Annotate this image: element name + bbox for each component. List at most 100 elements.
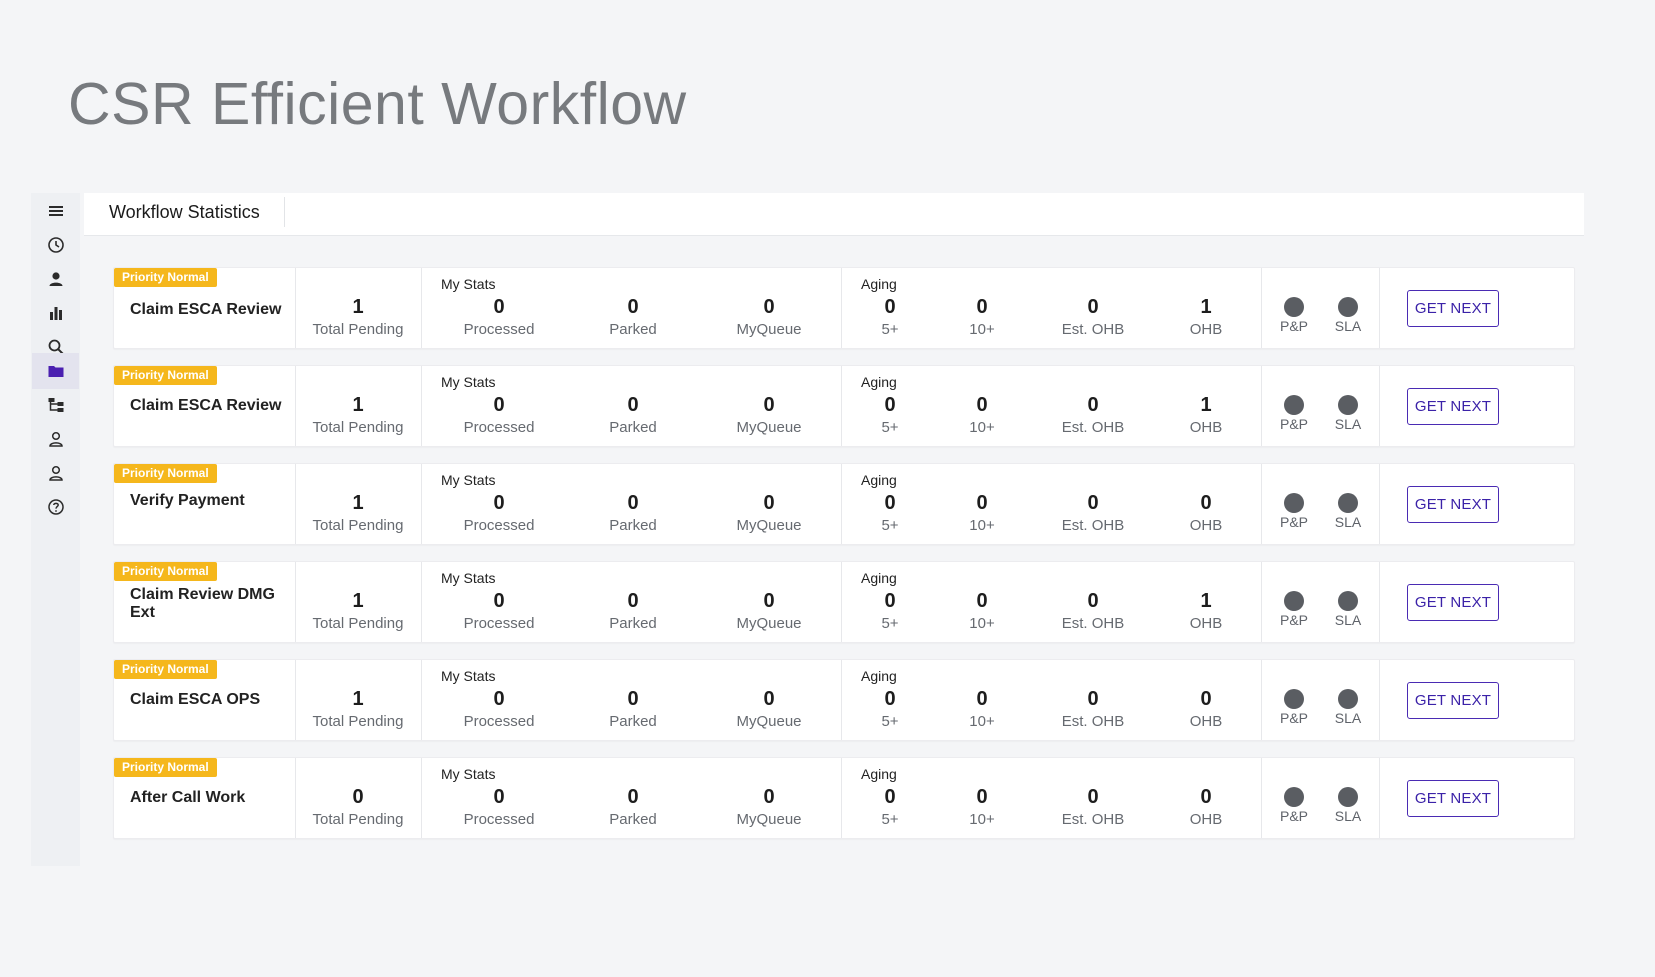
aging-5-label: 5+ bbox=[881, 419, 899, 436]
est-ohb-value: 0 bbox=[1087, 688, 1099, 710]
sidebar bbox=[31, 193, 80, 866]
pp-status-indicator: P&P bbox=[1274, 591, 1314, 628]
sidebar-item-reports[interactable] bbox=[32, 295, 79, 331]
header-divider bbox=[284, 197, 285, 227]
parked-value: 0 bbox=[627, 688, 639, 710]
processed-stat: 0 Processed bbox=[449, 296, 549, 338]
column-divider bbox=[841, 660, 842, 740]
column-divider bbox=[1379, 268, 1380, 348]
sidebar-item-user-1[interactable] bbox=[32, 421, 79, 457]
total-pending-label: Total Pending bbox=[312, 321, 404, 338]
tab-workflow-statistics[interactable]: Workflow Statistics bbox=[109, 202, 260, 223]
ohb-stat: 1 OHB bbox=[1176, 394, 1236, 436]
myqueue-stat: 0 MyQueue bbox=[719, 296, 819, 338]
myqueue-stat: 0 MyQueue bbox=[719, 492, 819, 534]
pp-label: P&P bbox=[1279, 514, 1308, 530]
total-pending-value: 1 bbox=[352, 590, 364, 612]
sla-status-dot bbox=[1338, 689, 1358, 709]
aging-10-value: 0 bbox=[976, 786, 988, 808]
sidebar-item-help[interactable] bbox=[32, 489, 79, 525]
total-pending-value: 1 bbox=[352, 688, 364, 710]
column-divider bbox=[421, 758, 422, 838]
aging-10-stat: 0 10+ bbox=[957, 590, 1007, 632]
column-divider bbox=[295, 562, 296, 642]
total-pending-stat: 1 Total Pending bbox=[306, 590, 410, 632]
aging-10-label: 10+ bbox=[969, 419, 995, 436]
workflow-name: Claim ESCA OPS bbox=[130, 691, 261, 708]
aging-title: Aging bbox=[861, 472, 897, 488]
total-pending-label: Total Pending bbox=[312, 419, 404, 436]
myqueue-label: MyQueue bbox=[736, 713, 802, 730]
column-divider bbox=[1261, 562, 1262, 642]
my-stats-title: My Stats bbox=[441, 374, 496, 390]
aging-5-label: 5+ bbox=[881, 713, 899, 730]
sidebar-item-hierarchy[interactable] bbox=[32, 387, 79, 423]
column-divider bbox=[295, 464, 296, 544]
processed-label: Processed bbox=[463, 615, 535, 632]
est-ohb-value: 0 bbox=[1087, 786, 1099, 808]
total-pending-value: 0 bbox=[352, 786, 364, 808]
processed-stat: 0 Processed bbox=[449, 688, 549, 730]
column-divider bbox=[841, 562, 842, 642]
ohb-stat: 1 OHB bbox=[1176, 296, 1236, 338]
help-icon bbox=[47, 499, 64, 515]
aging-title: Aging bbox=[861, 570, 897, 586]
myqueue-stat: 0 MyQueue bbox=[719, 394, 819, 436]
myqueue-stat: 0 MyQueue bbox=[719, 590, 819, 632]
pp-status-indicator: P&P bbox=[1274, 395, 1314, 432]
myqueue-value: 0 bbox=[763, 688, 775, 710]
ohb-value: 1 bbox=[1200, 394, 1212, 416]
column-divider bbox=[421, 562, 422, 642]
ohb-label: OHB bbox=[1189, 713, 1223, 730]
column-divider bbox=[1261, 660, 1262, 740]
myqueue-stat: 0 MyQueue bbox=[719, 688, 819, 730]
sidebar-item-user-2[interactable] bbox=[32, 455, 79, 491]
pp-status-dot bbox=[1284, 395, 1304, 415]
workflow-statistics-panel: Workflow Statistics Priority Normal Clai… bbox=[84, 193, 1584, 866]
aging-10-stat: 0 10+ bbox=[957, 296, 1007, 338]
column-divider bbox=[1379, 464, 1380, 544]
est-ohb-label: Est. OHB bbox=[1061, 615, 1125, 632]
get-next-button[interactable]: GET NEXT bbox=[1407, 388, 1499, 425]
sidebar-item-history[interactable] bbox=[32, 227, 79, 263]
ohb-label: OHB bbox=[1189, 419, 1223, 436]
user-icon bbox=[49, 272, 62, 286]
get-next-button[interactable]: GET NEXT bbox=[1407, 584, 1499, 621]
myqueue-value: 0 bbox=[763, 786, 775, 808]
pp-status-dot bbox=[1284, 689, 1304, 709]
ohb-value: 1 bbox=[1200, 296, 1212, 318]
aging-5-label: 5+ bbox=[881, 517, 899, 534]
parked-label: Parked bbox=[609, 713, 657, 730]
pp-label: P&P bbox=[1279, 710, 1308, 726]
column-divider bbox=[841, 758, 842, 838]
get-next-button[interactable]: GET NEXT bbox=[1407, 682, 1499, 719]
sla-label: SLA bbox=[1334, 514, 1362, 530]
get-next-button[interactable]: GET NEXT bbox=[1407, 290, 1499, 327]
aging-10-value: 0 bbox=[976, 590, 988, 612]
pp-label: P&P bbox=[1279, 318, 1308, 334]
clock-icon bbox=[47, 237, 64, 253]
user-outline-icon bbox=[48, 465, 63, 481]
get-next-button[interactable]: GET NEXT bbox=[1407, 780, 1499, 817]
sla-status-indicator: SLA bbox=[1328, 395, 1368, 432]
workflow-row: Priority Normal Verify Payment 1 Total P… bbox=[113, 463, 1575, 545]
sla-label: SLA bbox=[1334, 318, 1362, 334]
parked-value: 0 bbox=[627, 296, 639, 318]
sidebar-item-workflows[interactable] bbox=[32, 353, 79, 389]
myqueue-label: MyQueue bbox=[736, 419, 802, 436]
ohb-stat: 0 OHB bbox=[1176, 688, 1236, 730]
app-header: Workflow Statistics bbox=[84, 193, 1584, 236]
workflow-row: Priority Normal Claim ESCA Review 1 Tota… bbox=[113, 267, 1575, 349]
sidebar-item-menu[interactable] bbox=[32, 193, 79, 229]
priority-badge: Priority Normal bbox=[114, 562, 217, 581]
sidebar-item-profile[interactable] bbox=[32, 261, 79, 297]
column-divider bbox=[295, 268, 296, 348]
column-divider bbox=[295, 366, 296, 446]
ohb-value: 1 bbox=[1200, 590, 1212, 612]
parked-label: Parked bbox=[609, 517, 657, 534]
pp-status-indicator: P&P bbox=[1274, 493, 1314, 530]
parked-stat: 0 Parked bbox=[588, 688, 678, 730]
parked-label: Parked bbox=[609, 419, 657, 436]
get-next-button[interactable]: GET NEXT bbox=[1407, 486, 1499, 523]
parked-value: 0 bbox=[627, 492, 639, 514]
